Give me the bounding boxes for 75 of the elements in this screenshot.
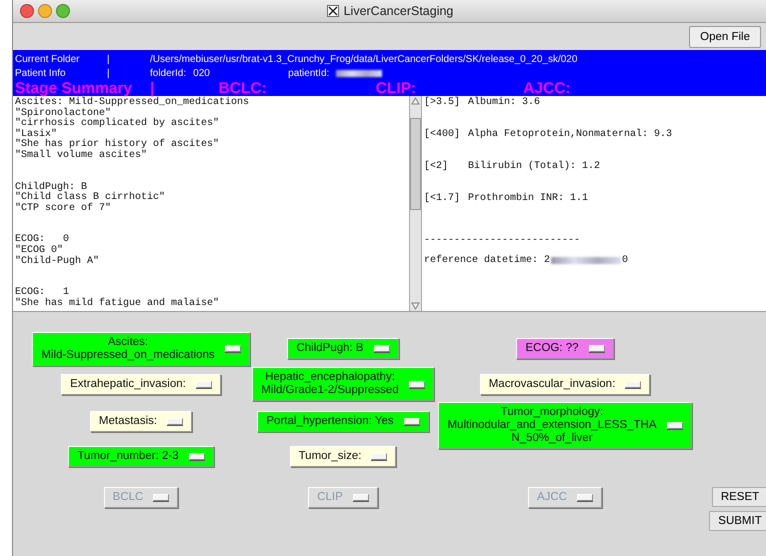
dropdown-indicator-icon — [588, 345, 605, 352]
dropdown[interactable]: Macrovascular_invasion: — [480, 374, 650, 394]
action-button[interactable]: RESET — [712, 487, 766, 507]
evidence-line: Ascites: Mild-Suppressed_on_medications — [15, 98, 250, 108]
evidence-line: "cirrhosis complicated by ascites" — [15, 119, 220, 130]
reference-datetime: reference datetime: 2 — [424, 256, 550, 266]
evidence-line: "She has mild fatigue and malaise" — [15, 298, 220, 310]
separator: | — [107, 54, 111, 64]
scroll-down-icon[interactable] — [410, 301, 421, 311]
redacted-block — [336, 70, 382, 76]
dropdown[interactable]: Tumor_morphology: Multinodular_and_extension_LESS_THA N_50%_of_liver — [438, 402, 692, 449]
lab-range: [>3.5] — [424, 98, 462, 109]
summary-heading: Stage Summary — [15, 80, 132, 97]
folder-id-label: folderId: — [150, 68, 186, 78]
evidence-line: "CTP score of 7" — [15, 204, 112, 214]
window-control-icon[interactable] — [56, 4, 70, 18]
window-control-icon[interactable] — [20, 4, 34, 18]
dropdown-indicator-icon — [404, 418, 420, 424]
lab-value: Albumin: 3.6 — [468, 98, 540, 109]
evidence-line: ChildPugh: B — [15, 182, 88, 193]
dropdown[interactable]: Tumor_number: 2-3 — [68, 446, 214, 467]
patient-label: Patient Info — [15, 68, 67, 78]
evidence-line: "Child-Pugh A" — [15, 256, 100, 268]
dropdown-indicator-icon — [666, 422, 683, 429]
lab-value: Bilirubin (Total): 1.2 — [468, 162, 600, 173]
open-file-button[interactable]: Open File — [689, 26, 761, 48]
evidence-line: ECOG: 0 — [15, 235, 70, 246]
dropdown[interactable]: Tumor_size: — [290, 446, 396, 467]
folder-label: Current Folder — [15, 54, 80, 64]
action-button[interactable]: SUBMIT — [709, 511, 766, 531]
dropdown[interactable]: ChildPugh: B — [287, 338, 399, 359]
evidence-line: "Child class B cirrhotic" — [15, 193, 166, 204]
separator: | — [107, 68, 111, 78]
summary-heading: AJCC: — [523, 80, 571, 97]
scrollbar-thumb[interactable] — [410, 118, 421, 210]
dropdown[interactable]: Ascites: Mild-Suppressed_on_medications — [32, 332, 250, 366]
dropdown-indicator-icon — [188, 453, 205, 460]
lab-range: [<2] — [424, 162, 450, 173]
lab-value: Alpha Fetoprotein,Nonmaternal: 9.3 — [468, 130, 672, 141]
dropdown-indicator-icon — [371, 453, 388, 460]
evidence-line: "Small volume ascites" — [15, 150, 148, 162]
dropdown-indicator-icon — [374, 345, 390, 352]
lab-range: [<400] — [424, 130, 462, 141]
evidence-line: "Lasix" — [15, 130, 58, 140]
summary-heading: CLIP: — [376, 80, 416, 98]
dropdown-indicator-icon — [577, 494, 594, 501]
dropdown-indicator-icon — [224, 345, 241, 352]
dropdown[interactable]: Extrahepatic_invasion: — [61, 374, 221, 394]
dropdown[interactable]: ECOG: ?? — [516, 338, 614, 359]
dropdown-indicator-icon — [408, 380, 425, 388]
dropdown-indicator-icon — [167, 418, 184, 424]
window-title: LiverCancerStaging — [344, 4, 454, 18]
x11-logo-icon — [326, 5, 339, 17]
dropdown-indicator-icon — [196, 380, 212, 388]
evidence-line: "Spironolactone" — [15, 108, 112, 119]
dropdown-indicator-icon — [153, 494, 170, 501]
dropdown[interactable]: Portal_hypertension: Yes — [257, 410, 429, 432]
summary-heading: | — [150, 80, 155, 97]
dropdown[interactable]: Metastasis: — [90, 410, 192, 432]
folder-path: /Users/mebiuser/usr/brat-v1.3_Crunchy_Frog/data/LiverCancerFolders/SK/release_0_20_sk/020 — [150, 54, 578, 64]
lab-value: Prothrombin INR: 1.1 — [468, 194, 588, 205]
evidence-line: "She has prior history of ascites" — [15, 140, 220, 150]
window-control-icon[interactable] — [38, 4, 52, 18]
folder-id: 020 — [193, 68, 211, 78]
dropdown[interactable]: Hepatic_encephalopathy: Mild/Grade1-2/Suppressed — [252, 367, 434, 401]
lab-range: [<1.7] — [424, 194, 462, 205]
evidence-line: ECOG: 1 — [15, 288, 70, 298]
divider-text: -------------------------- — [424, 236, 582, 247]
evidence-line: "ECOG 0" — [15, 246, 64, 256]
reference-datetime-end: 0 — [622, 256, 628, 266]
patient-id-label: patientId: — [288, 68, 330, 78]
dropdown-indicator-icon — [352, 494, 369, 501]
dropdown-indicator-icon — [625, 380, 642, 388]
summary-heading: BCLC: — [218, 80, 267, 97]
redacted-block — [551, 257, 622, 264]
